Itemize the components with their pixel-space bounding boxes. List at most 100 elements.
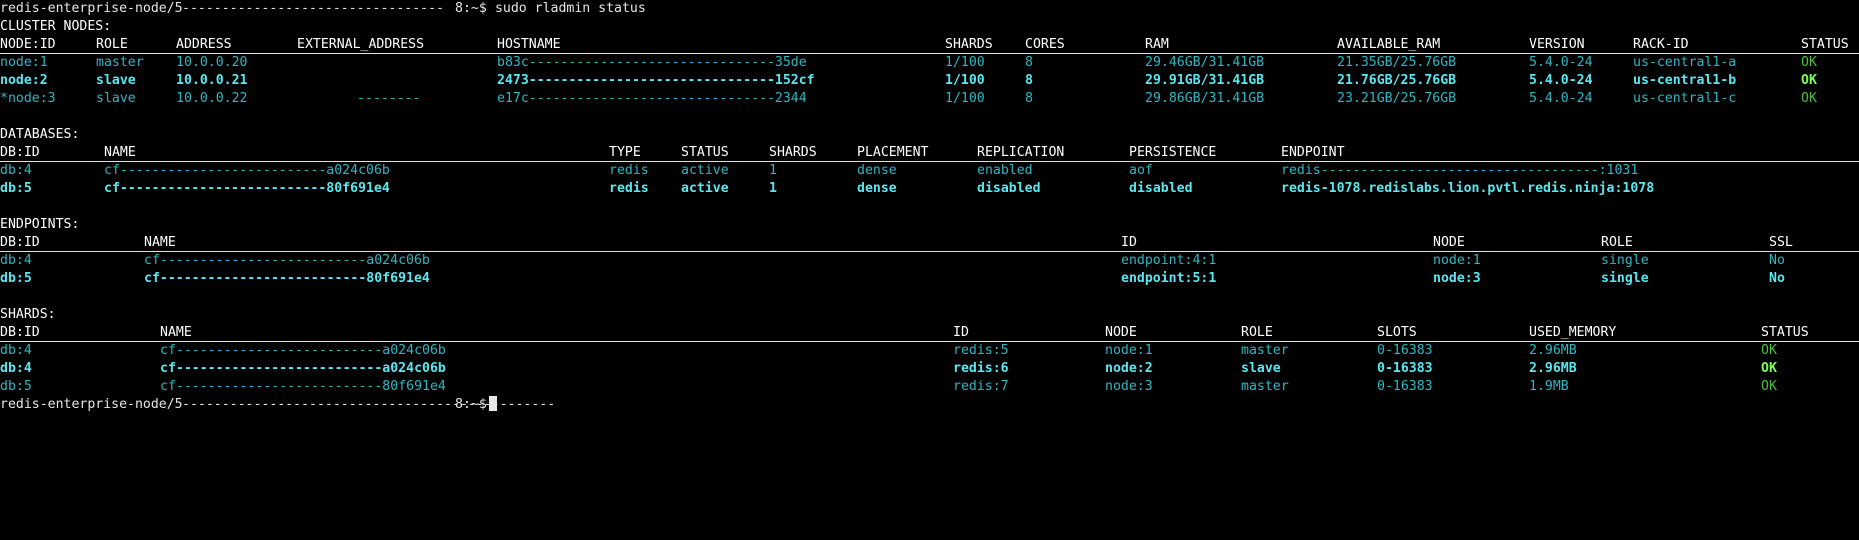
table-row: db:4 cf--------------------------a024c06…: [0, 252, 1859, 270]
table-row: node:2 slave 10.0.0.21 2473-------------…: [0, 72, 1859, 90]
cell-text: 0-16383: [1377, 343, 1433, 358]
cell-text: slave: [1241, 361, 1281, 376]
cell-text: DB:ID: [0, 235, 40, 250]
cell-text: 29.91GB/31.41GB: [1145, 73, 1265, 88]
cluster-nodes-title: CLUSTER NODES:: [0, 18, 1859, 36]
cell-text: cf--------------------------80f691e4: [144, 271, 430, 286]
cell-text: ID: [953, 325, 969, 340]
cell-text: us-central1-a: [1633, 55, 1737, 70]
table-row: db:5 cf--------------------------80f691e…: [0, 180, 1859, 198]
table-row: *node:3 slave 10.0.0.22 -------- e17c---…: [0, 90, 1859, 108]
cell-text: SHARDS: [769, 145, 817, 160]
cell-text: REPLICATION: [977, 145, 1065, 160]
table-row: node:1 master 10.0.0.20 b83c------------…: [0, 54, 1859, 72]
col-header: AVAILABLE_RAM: [1337, 37, 1441, 52]
cell-text: redis:5: [953, 343, 1009, 358]
redacted-mask: ---------------------------------: [182, 1, 445, 16]
terminal-prompt-line[interactable]: redis-enterprise-node/5 ----------------…: [0, 396, 1859, 414]
endpoints-header-row: DB:ID NAME ID NODE ROLE SSL: [0, 234, 1859, 252]
cell-text: master: [1241, 379, 1289, 394]
cell-text: master: [1241, 343, 1289, 358]
cluster-header-row: NODE:ID ROLE ADDRESS EXTERNAL_ADDRESS HO…: [0, 36, 1859, 54]
cell-text: aof: [1129, 163, 1153, 178]
cell-text: CLUSTER NODES:: [0, 19, 112, 34]
cell-text: *node:3: [0, 91, 56, 106]
status-ok: OK: [1761, 379, 1777, 394]
cell-text: NAME: [144, 235, 176, 250]
cell-text: db:5: [0, 181, 32, 196]
cell-text: 2473-------------------------------152cf: [497, 73, 815, 88]
status-ok: OK: [1801, 55, 1817, 70]
cell-text: 1.9MB: [1529, 379, 1569, 394]
cell-text: STATUS: [681, 145, 729, 160]
col-header: CORES: [1025, 37, 1065, 52]
cell-text: db:4: [0, 343, 32, 358]
col-header: ADDRESS: [176, 37, 232, 52]
cell-text: disabled: [1129, 181, 1193, 196]
cell-text: cf--------------------------a024c06b: [104, 163, 390, 178]
cell-text: 21.35GB/25.76GB: [1337, 55, 1457, 70]
cell-text: SLOTS: [1377, 325, 1417, 340]
cell-text: node:2: [0, 73, 48, 88]
cell-text: node:1: [1105, 343, 1153, 358]
col-header: VERSION: [1529, 37, 1585, 52]
cell-text: active: [681, 163, 729, 178]
cell-text: SSL: [1769, 235, 1793, 250]
cell-text: enabled: [977, 163, 1033, 178]
status-ok: OK: [1801, 73, 1817, 88]
cell-text: single: [1601, 271, 1649, 286]
cell-text: 10.0.0.21: [176, 73, 248, 88]
cell-text: 10.0.0.20: [176, 55, 248, 70]
cell-text: dense: [857, 163, 897, 178]
col-header: RAM: [1145, 37, 1169, 52]
databases-header-row: DB:ID NAME TYPE STATUS SHARDS PLACEMENT …: [0, 144, 1859, 162]
cell-text: 8: [1025, 55, 1033, 70]
table-row: db:4 cf--------------------------a024c06…: [0, 162, 1859, 180]
cell-text: slave: [96, 91, 136, 106]
terminal-prompt-line: redis-enterprise-node/5 ----------------…: [0, 0, 1859, 18]
text-cursor[interactable]: [488, 396, 497, 411]
cell-text: 23.21GB/25.76GB: [1337, 91, 1457, 106]
cell-text: b83c-------------------------------35de: [497, 55, 807, 70]
cell-text: master: [96, 55, 144, 70]
cell-text: DB:ID: [0, 325, 40, 340]
cell-text: ROLE: [1601, 235, 1633, 250]
cell-text: node:3: [1105, 379, 1153, 394]
status-ok: OK: [1761, 343, 1777, 358]
cell-text: ID: [1121, 235, 1137, 250]
cell-text: 10.0.0.22: [176, 91, 248, 106]
cell-text: db:4: [0, 361, 32, 376]
cell-text: ROLE: [1241, 325, 1273, 340]
cell-text: --------: [357, 91, 421, 106]
cell-text: 8: [1025, 91, 1033, 106]
cell-text: redis-----------------------------------…: [1281, 163, 1639, 178]
cell-text: slave: [96, 73, 136, 88]
cell-text: node:1: [1433, 253, 1481, 268]
cell-text: 21.76GB/25.76GB: [1337, 73, 1457, 88]
cell-text: 29.86GB/31.41GB: [1145, 91, 1265, 106]
cell-text: TYPE: [609, 145, 641, 160]
cell-text: DB:ID: [0, 145, 40, 160]
col-header: RACK-ID: [1633, 37, 1689, 52]
redacted-mask: ----------------------------------------…: [182, 397, 556, 412]
status-ok: OK: [1761, 361, 1777, 376]
cell-text: 1/100: [945, 91, 985, 106]
command-text: sudo rladmin status: [487, 1, 646, 16]
cell-text: redis: [609, 163, 649, 178]
shards-title: SHARDS:: [0, 306, 1859, 324]
cell-text: 1: [769, 163, 777, 178]
cell-text: 1/100: [945, 73, 985, 88]
cell-text: SHARDS:: [0, 307, 56, 322]
cell-text: cf--------------------------a024c06b: [160, 361, 446, 376]
cell-text: 29.46GB/31.41GB: [1145, 55, 1265, 70]
cell-text: redis-1078.redislabs.lion.pvtl.redis.nin…: [1281, 181, 1655, 196]
status-ok: OK: [1801, 91, 1817, 106]
cell-text: db:4: [0, 253, 32, 268]
col-header: HOSTNAME: [497, 37, 561, 52]
cell-text: cf--------------------------a024c06b: [160, 343, 446, 358]
prompt-tail: 8:~$: [455, 396, 497, 414]
cell-text: NAME: [104, 145, 136, 160]
shards-header-row: DB:ID NAME ID NODE ROLE SLOTS USED_MEMOR…: [0, 324, 1859, 342]
cell-text: dense: [857, 181, 897, 196]
cell-text: single: [1601, 253, 1649, 268]
